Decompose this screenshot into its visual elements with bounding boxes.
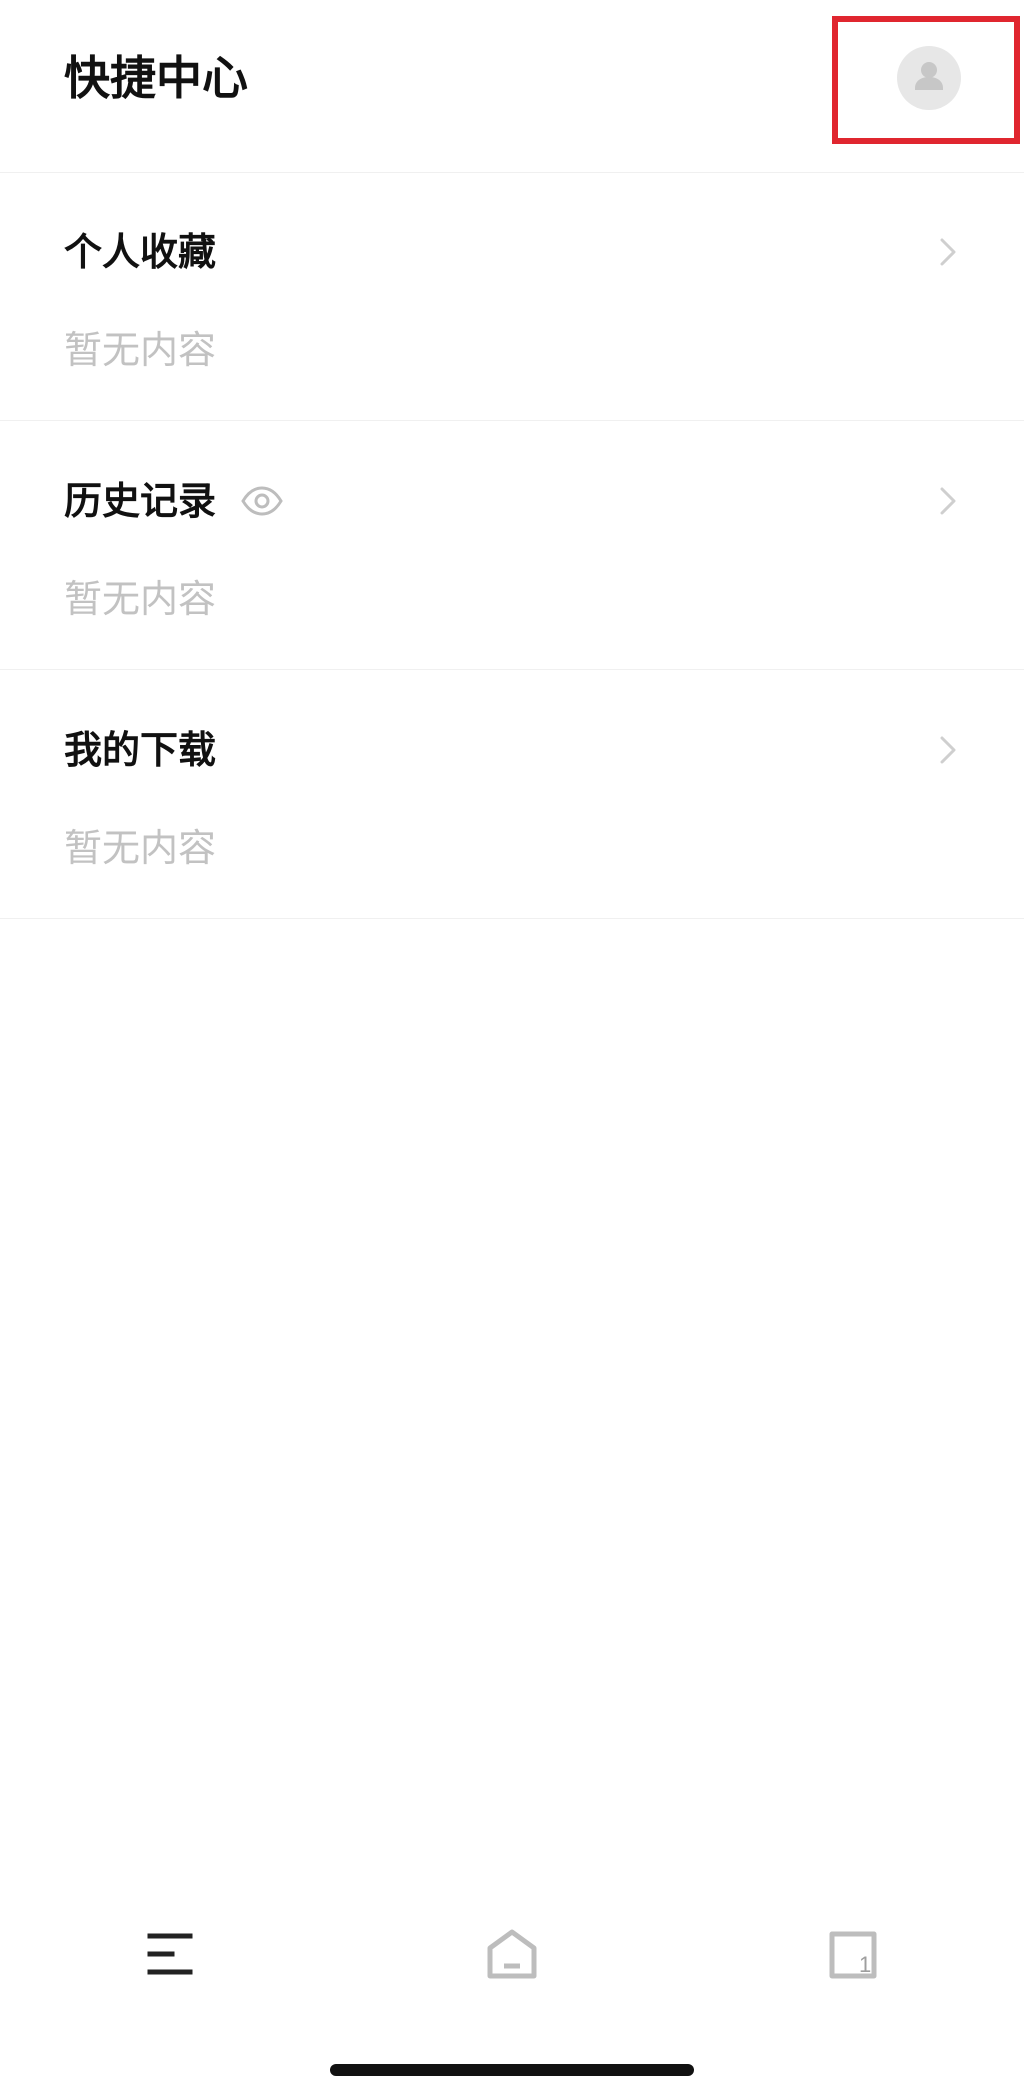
home-indicator bbox=[330, 2064, 694, 2076]
history-empty-text: 暂无内容 bbox=[64, 577, 217, 621]
header: 快捷中心 bbox=[0, 0, 1024, 173]
tabs-tab[interactable]: 1 bbox=[824, 1924, 884, 1984]
page-title: 快捷中心 bbox=[64, 51, 248, 105]
menu-tab[interactable] bbox=[140, 1924, 200, 1984]
chevron-right-icon[interactable] bbox=[934, 483, 962, 519]
section-title-history: 历史记录 bbox=[64, 479, 217, 523]
section-title-favorites: 个人收藏 bbox=[64, 230, 217, 274]
favorites-section[interactable]: 个人收藏 暂无内容 bbox=[0, 172, 1024, 421]
home-tab[interactable] bbox=[482, 1924, 542, 1984]
shortcut-center-page: 快捷中心 个人收藏 暂无内容 历史记录 暂无内容 我的下载 暂无内容 1 bbox=[0, 0, 1024, 2100]
menu-icon bbox=[147, 1933, 193, 1975]
tabs-icon: 1 bbox=[829, 1931, 877, 1979]
home-icon bbox=[487, 1929, 537, 1979]
favorites-empty-text: 暂无内容 bbox=[64, 328, 217, 372]
downloads-section[interactable]: 我的下载 暂无内容 bbox=[0, 670, 1024, 919]
history-section[interactable]: 历史记录 暂无内容 bbox=[0, 421, 1024, 670]
bottom-navigation: 1 bbox=[0, 1900, 1024, 2000]
chevron-right-icon[interactable] bbox=[934, 234, 962, 270]
eye-icon[interactable] bbox=[240, 485, 284, 517]
downloads-empty-text: 暂无内容 bbox=[64, 826, 217, 870]
section-title-downloads: 我的下载 bbox=[64, 728, 217, 772]
user-avatar-icon[interactable] bbox=[897, 46, 961, 110]
chevron-right-icon[interactable] bbox=[934, 732, 962, 768]
tabs-count-badge: 1 bbox=[859, 1952, 871, 1977]
